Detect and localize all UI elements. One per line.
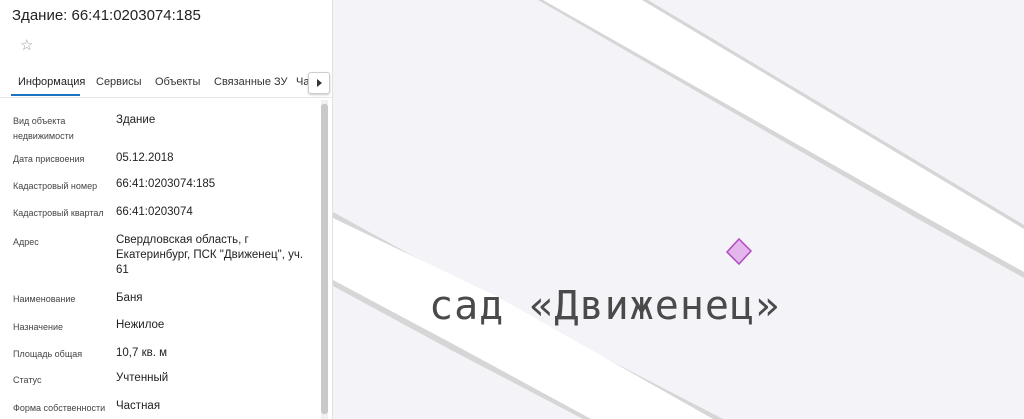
field-label-address: Адрес bbox=[13, 237, 39, 247]
building-parcel[interactable] bbox=[725, 237, 753, 266]
panel-title: Здание: 66:41:0203074:185 bbox=[12, 7, 201, 24]
field-label-cadastral-number: Кадастровый номер bbox=[13, 181, 98, 191]
active-tab-indicator bbox=[11, 94, 80, 96]
field-value-status: Учтенный bbox=[116, 372, 169, 384]
road-upper bbox=[538, 0, 1024, 278]
field-value-object-type: Здание bbox=[116, 114, 156, 126]
scrollbar-thumb[interactable] bbox=[321, 104, 328, 414]
field-label-ownership: Форма собственности bbox=[13, 403, 106, 413]
tab-objects[interactable]: Объекты bbox=[155, 76, 200, 88]
field-label-status: Статус bbox=[13, 375, 42, 385]
field-value-purpose: Нежилое bbox=[116, 319, 165, 331]
field-label-purpose: Назначение bbox=[13, 322, 64, 332]
tab-information[interactable]: Информация bbox=[18, 76, 85, 88]
field-value-assign-date: 05.12.2018 bbox=[116, 152, 174, 164]
field-value-cadastral-quarter: 66:41:0203074 bbox=[116, 206, 193, 218]
field-value-name: Баня bbox=[116, 292, 143, 304]
field-value-area: 10,7 кв. м bbox=[116, 347, 168, 359]
field-label-area: Площадь общая bbox=[13, 349, 83, 359]
star-icon[interactable]: ☆ bbox=[20, 38, 36, 54]
field-label-object-type: Вид объекта недвижимости bbox=[13, 116, 74, 141]
field-label-assign-date: Дата присвоения bbox=[13, 154, 85, 164]
tab-services[interactable]: Сервисы bbox=[96, 76, 142, 88]
tab-bar: Информация Сервисы Объекты Связанные ЗУ … bbox=[0, 68, 332, 98]
field-value-cadastral-number: 66:41:0203074:185 bbox=[116, 178, 216, 190]
divider bbox=[0, 97, 332, 98]
chevron-right-icon[interactable] bbox=[308, 72, 330, 94]
map-view[interactable]: сад «Движенец» bbox=[333, 0, 1024, 419]
map-canvas[interactable] bbox=[333, 0, 1024, 419]
field-value-address: Свердловская область, г Екатеринбург, ПС… bbox=[116, 234, 304, 276]
field-label-name: Наименование bbox=[13, 294, 76, 304]
panel-scrollbar[interactable] bbox=[321, 100, 328, 419]
field-value-ownership: Частная bbox=[116, 400, 161, 412]
info-panel: Здание: 66:41:0203074:185 ☆ Информация С… bbox=[0, 0, 333, 419]
map-label-garden: сад «Движенец» bbox=[429, 283, 781, 329]
tab-related-land[interactable]: Связанные ЗУ bbox=[214, 76, 288, 88]
field-label-cadastral-quarter: Кадастровый квартал bbox=[13, 208, 104, 218]
